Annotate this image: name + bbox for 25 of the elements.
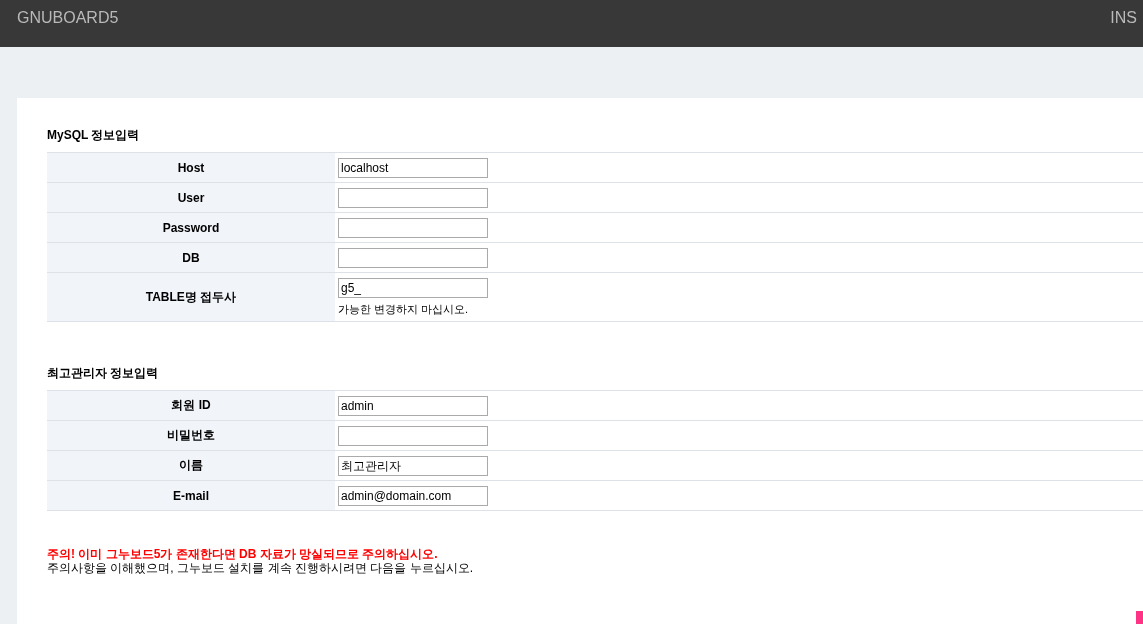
field-note: 가능한 변경하지 마십시오.: [338, 302, 470, 317]
field-label: 이름: [47, 451, 335, 480]
page-title: INS: [1110, 10, 1137, 26]
section-title: MySQL 정보입력: [47, 128, 141, 144]
field-label: DB: [47, 243, 335, 272]
input-field[interactable]: [338, 248, 488, 268]
instruction-text: 주의사항을 이해했으며, 그누보드 설치를 계속 진행하시려면 다음을 누르십시오.: [47, 561, 474, 575]
field-label: TABLE명 접두사: [47, 273, 335, 321]
input-field[interactable]: g5_: [338, 278, 488, 298]
field-label: Password: [47, 213, 335, 242]
input-field[interactable]: [338, 426, 488, 446]
input-field[interactable]: 최고관리자: [338, 456, 488, 476]
input-field[interactable]: localhost: [338, 158, 488, 178]
field-label: Host: [47, 153, 335, 182]
field-label: 회원 ID: [47, 391, 335, 420]
field-label: E-mail: [47, 481, 335, 510]
input-field[interactable]: [338, 218, 488, 238]
input-field[interactable]: admin: [338, 396, 488, 416]
warning-text: 주의! 이미 그누보드5가 존재한다면 DB 자료가 망실되므로 주의하십시오.: [47, 547, 439, 561]
input-field[interactable]: admin@domain.com: [338, 486, 488, 506]
site-logo[interactable]: GNUBOARD5: [17, 10, 119, 26]
field-label: 비밀번호: [47, 421, 335, 450]
section-title: 최고관리자 정보입력: [47, 366, 160, 382]
input-field[interactable]: [338, 188, 488, 208]
field-label: User: [47, 183, 335, 212]
